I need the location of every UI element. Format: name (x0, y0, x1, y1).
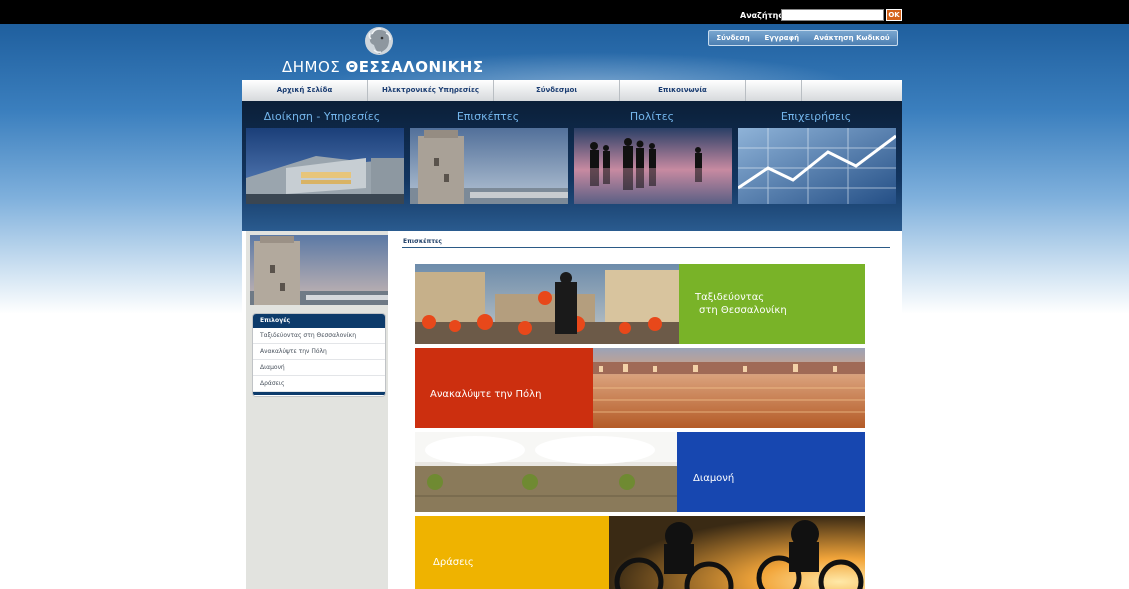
tile-traveling-line1: Ταξιδεύοντας (695, 292, 765, 303)
options-menu-title: Επιλογές (253, 314, 385, 328)
category-title-citizens[interactable]: Πολίτες (572, 110, 732, 123)
top-bar (0, 0, 1129, 24)
nav-item-contact[interactable]: Επικοινωνία (620, 80, 746, 101)
logo-text-part1: ΔΗΜΟΣ (282, 58, 346, 76)
tile-traveling-label: Ταξιδεύοντας στη Θεσσαλονίκη (695, 291, 787, 317)
tile-activities[interactable]: Δράσεις (415, 516, 865, 589)
category-photo-administration[interactable] (246, 128, 404, 204)
tile-traveling-line2: στη Θεσσαλονίκη (699, 305, 787, 316)
heading-divider (402, 247, 890, 248)
options-menu-item-activities[interactable]: Δράσεις (253, 376, 385, 392)
page-title: Επισκέπτες (403, 238, 442, 245)
search-ok-button[interactable]: OK (886, 9, 902, 21)
category-photo-visitors[interactable] (410, 128, 568, 204)
category-title-businesses[interactable]: Επιχειρήσεις (736, 110, 896, 123)
sidebar-tower-photo (250, 235, 388, 305)
options-menu-footer (253, 392, 385, 395)
tile-accommodation[interactable]: Διαμονή (415, 432, 865, 512)
account-bar: Σύνδεση Εγγραφή Ανάκτηση Κωδικού (708, 30, 898, 46)
register-link[interactable]: Εγγραφή (764, 34, 799, 42)
main-container: Αρχική Σελίδα Ηλεκτρονικές Υπηρεσίες Σύν… (242, 80, 902, 589)
category-photo-citizens[interactable] (574, 128, 732, 204)
nav-item-home[interactable]: Αρχική Σελίδα (242, 80, 368, 101)
logo-text-part2: ΘΕΣΣΑΛΟΝΙΚΗΣ (345, 58, 484, 76)
sidebar: Επιλογές Ταξιδεύοντας στη Θεσσαλονίκη Αν… (246, 231, 388, 589)
recover-password-link[interactable]: Ανάκτηση Κωδικού (814, 34, 890, 42)
login-link[interactable]: Σύνδεση (716, 34, 749, 42)
alexander-head-logo-icon[interactable] (362, 24, 396, 58)
tile-activities-color-block (415, 516, 609, 589)
nav-item-links[interactable]: Σύνδεσμοι (494, 80, 620, 101)
category-banner: Διοίκηση - Υπηρεσίες Επισκέπτες Πολίτες … (242, 101, 902, 231)
tile-discover-label: Ανακαλύψτε την Πόλη (430, 389, 542, 400)
category-title-administration[interactable]: Διοίκηση - Υπηρεσίες (242, 110, 402, 123)
category-photo-businesses[interactable] (738, 128, 896, 204)
nav-spacer (746, 80, 802, 101)
nav-item-e-services[interactable]: Ηλεκτρονικές Υπηρεσίες (368, 80, 494, 101)
options-menu-item-accommodation[interactable]: Διαμονή (253, 360, 385, 376)
search-input[interactable] (781, 9, 884, 21)
tile-accommodation-label: Διαμονή (693, 473, 735, 484)
options-menu-item-traveling[interactable]: Ταξιδεύοντας στη Θεσσαλονίκη (253, 328, 385, 344)
options-menu-item-discover[interactable]: Ανακαλύψτε την Πόλη (253, 344, 385, 360)
tile-discover[interactable]: Ανακαλύψτε την Πόλη (415, 348, 865, 428)
tile-activities-label: Δράσεις (433, 557, 474, 568)
main-nav: Αρχική Σελίδα Ηλεκτρονικές Υπηρεσίες Σύν… (242, 80, 902, 101)
tile-traveling[interactable]: Ταξιδεύοντας στη Θεσσαλονίκη (415, 264, 865, 344)
category-title-visitors[interactable]: Επισκέπτες (408, 110, 568, 123)
logo-wordmark[interactable]: ΔΗΜΟΣ ΘΕΣΣΑΛΟΝΙΚΗΣ (282, 58, 484, 76)
options-menu: Επιλογές Ταξιδεύοντας στη Θεσσαλονίκη Αν… (252, 313, 386, 397)
